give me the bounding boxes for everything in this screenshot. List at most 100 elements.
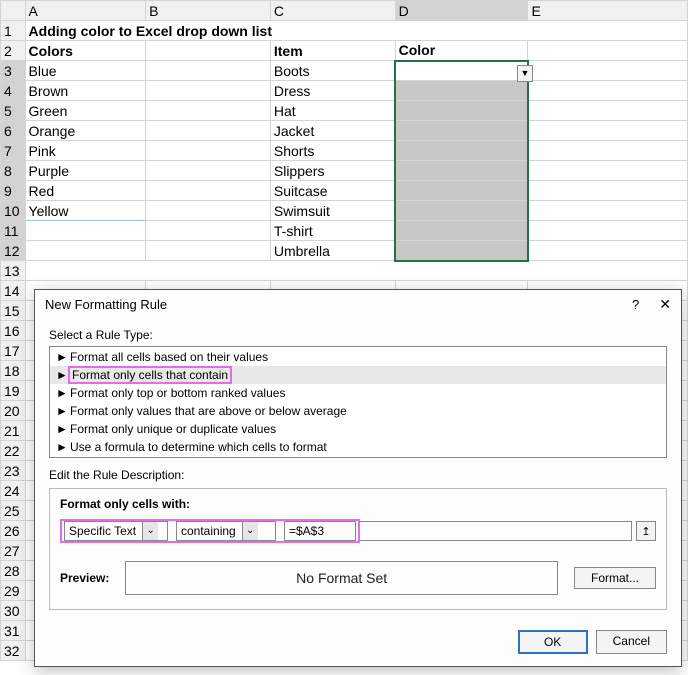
row-hdr-22[interactable]: 22: [1, 441, 26, 461]
col-hdr-D[interactable]: D: [395, 1, 528, 21]
close-icon[interactable]: ✕: [659, 296, 671, 313]
col-hdr-E[interactable]: E: [528, 1, 688, 21]
cell-B3[interactable]: [146, 61, 271, 81]
rule-item[interactable]: ►Format only values that are above or be…: [50, 402, 666, 420]
row-hdr-20[interactable]: 20: [1, 401, 26, 421]
cell-B10[interactable]: [146, 201, 271, 221]
cell-E12[interactable]: [528, 241, 688, 261]
cancel-button[interactable]: Cancel: [596, 630, 667, 654]
cell-E10[interactable]: [528, 201, 688, 221]
cell-C9[interactable]: Suitcase: [270, 181, 395, 201]
cell-C11[interactable]: T-shirt: [270, 221, 395, 241]
row-hdr-1[interactable]: 1: [1, 21, 26, 41]
row-hdr-25[interactable]: 25: [1, 501, 26, 521]
cell-C2[interactable]: Item: [270, 41, 395, 61]
condition-operator-combo[interactable]: containing⌄: [176, 521, 276, 541]
cell-E5[interactable]: [528, 101, 688, 121]
rule-item[interactable]: ►Format all cells based on their values: [50, 348, 666, 366]
col-hdr-A[interactable]: A: [25, 1, 146, 21]
row-hdr-14[interactable]: 14: [1, 281, 26, 301]
cell-A10[interactable]: Yellow: [25, 201, 146, 221]
row-hdr-15[interactable]: 15: [1, 301, 26, 321]
cell-A11[interactable]: [25, 221, 146, 241]
cell-A7[interactable]: Pink: [25, 141, 146, 161]
row-hdr-27[interactable]: 27: [1, 541, 26, 561]
cell-D2[interactable]: Color: [395, 41, 528, 61]
cell-D10[interactable]: [395, 201, 528, 221]
cell-E9[interactable]: [528, 181, 688, 201]
rule-type-list[interactable]: ►Format all cells based on their values …: [49, 346, 667, 458]
col-hdr-C[interactable]: C: [270, 1, 395, 21]
formula-input[interactable]: =$A$3: [284, 521, 356, 541]
chevron-down-icon[interactable]: ⌄: [242, 522, 258, 540]
row-hdr-6[interactable]: 6: [1, 121, 26, 141]
row-hdr-19[interactable]: 19: [1, 381, 26, 401]
cell-D11[interactable]: [395, 221, 528, 241]
cell-D12[interactable]: [395, 241, 528, 261]
row-hdr-29[interactable]: 29: [1, 581, 26, 601]
row-hdr-10[interactable]: 10: [1, 201, 26, 221]
row-hdr-28[interactable]: 28: [1, 561, 26, 581]
cell-D3[interactable]: [395, 61, 528, 81]
cell-E7[interactable]: [528, 141, 688, 161]
cell-E2[interactable]: [528, 41, 688, 61]
cell-D9[interactable]: [395, 181, 528, 201]
help-icon[interactable]: ?: [632, 297, 639, 312]
col-hdr-B[interactable]: B: [146, 1, 271, 21]
cell-C3[interactable]: Boots: [270, 61, 395, 81]
cell-A3[interactable]: Blue: [25, 61, 146, 81]
format-button[interactable]: Format...: [574, 567, 656, 589]
row-hdr-13[interactable]: 13: [1, 261, 26, 281]
chevron-down-icon[interactable]: ⌄: [142, 522, 158, 540]
rule-item[interactable]: ►Format only cells that contain: [50, 366, 666, 384]
condition-type-combo[interactable]: Specific Text⌄: [64, 521, 168, 541]
row-hdr-18[interactable]: 18: [1, 361, 26, 381]
select-all-corner[interactable]: [1, 1, 26, 21]
cell-D6[interactable]: [395, 121, 528, 141]
cell-D8[interactable]: [395, 161, 528, 181]
cell-B12[interactable]: [146, 241, 271, 261]
cell-A5[interactable]: Green: [25, 101, 146, 121]
row-hdr-11[interactable]: 11: [1, 221, 26, 241]
cell-C12[interactable]: Umbrella: [270, 241, 395, 261]
row-hdr-31[interactable]: 31: [1, 621, 26, 641]
cell-E4[interactable]: [528, 81, 688, 101]
row-hdr-3[interactable]: 3: [1, 61, 26, 81]
cell-B7[interactable]: [146, 141, 271, 161]
cell-E8[interactable]: [528, 161, 688, 181]
range-select-icon[interactable]: ↥: [636, 521, 656, 541]
cell-C7[interactable]: Shorts: [270, 141, 395, 161]
cell-E3[interactable]: [528, 61, 688, 81]
row-hdr-2[interactable]: 2: [1, 41, 26, 61]
row-hdr-5[interactable]: 5: [1, 101, 26, 121]
row-hdr-9[interactable]: 9: [1, 181, 26, 201]
row-hdr-32[interactable]: 32: [1, 641, 26, 661]
rule-item[interactable]: ►Format only top or bottom ranked values: [50, 384, 666, 402]
cell-D5[interactable]: [395, 101, 528, 121]
formula-input-ext[interactable]: [360, 521, 632, 541]
cell-A12[interactable]: [25, 241, 146, 261]
cell-A4[interactable]: Brown: [25, 81, 146, 101]
row-hdr-23[interactable]: 23: [1, 461, 26, 481]
row-hdr-7[interactable]: 7: [1, 141, 26, 161]
cell-C8[interactable]: Slippers: [270, 161, 395, 181]
cell-A8[interactable]: Purple: [25, 161, 146, 181]
cell-B4[interactable]: [146, 81, 271, 101]
row-hdr-16[interactable]: 16: [1, 321, 26, 341]
cell-A2[interactable]: Colors: [25, 41, 146, 61]
cell-B9[interactable]: [146, 181, 271, 201]
rule-item[interactable]: ►Format only unique or duplicate values: [50, 420, 666, 438]
cell-C6[interactable]: Jacket: [270, 121, 395, 141]
cell-C5[interactable]: Hat: [270, 101, 395, 121]
cell-D7[interactable]: [395, 141, 528, 161]
row-hdr-12[interactable]: 12: [1, 241, 26, 261]
cell-B6[interactable]: [146, 121, 271, 141]
row-hdr-17[interactable]: 17: [1, 341, 26, 361]
cell-B5[interactable]: [146, 101, 271, 121]
row-hdr-4[interactable]: 4: [1, 81, 26, 101]
row-hdr-24[interactable]: 24: [1, 481, 26, 501]
row-hdr-21[interactable]: 21: [1, 421, 26, 441]
row-hdr-30[interactable]: 30: [1, 601, 26, 621]
dropdown-button[interactable]: ▼: [517, 65, 533, 82]
cell-B8[interactable]: [146, 161, 271, 181]
